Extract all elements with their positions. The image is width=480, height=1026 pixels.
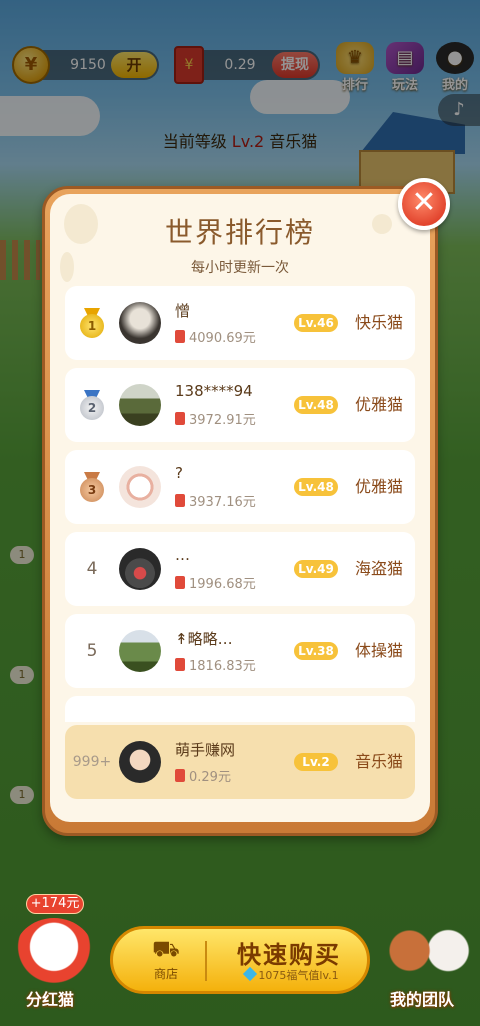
dividend-cat-icon <box>14 918 94 990</box>
dividend-cat-button[interactable]: 分红猫 <box>26 986 74 1010</box>
my-level-badge: Lv.2 <box>294 753 338 771</box>
avatar <box>119 466 161 508</box>
avatar <box>119 548 161 590</box>
bonus-bubble: +174元 <box>26 894 84 914</box>
cat-name: 海盗猫 <box>354 559 403 578</box>
player-money: 3937.16元 <box>175 491 256 510</box>
close-button[interactable]: ✕ <box>398 178 450 230</box>
gold-medal-icon: 1 <box>80 308 104 338</box>
red-envelope-icon <box>175 330 185 343</box>
avatar <box>119 302 161 344</box>
leaderboard-row[interactable]: 1 憎 4090.69元 Lv.46 快乐猫 <box>65 286 415 360</box>
leaderboard-row[interactable]: 3 ? 3937.16元 Lv.48 优雅猫 <box>65 450 415 524</box>
red-envelope-icon <box>175 658 185 671</box>
player-money: 1816.83元 <box>175 655 256 674</box>
player-money: 4090.69元 <box>175 327 256 346</box>
cat-name: 体操猫 <box>354 641 403 660</box>
leaderboard-row[interactable]: 5 ↟略略… 1816.83元 Lv.38 体操猫 <box>65 614 415 688</box>
my-avatar <box>119 741 161 783</box>
red-envelope-icon <box>175 494 185 507</box>
player-name: ? <box>175 464 183 482</box>
level-badge: Lv.49 <box>294 560 338 578</box>
player-name: … <box>175 546 190 564</box>
red-envelope-icon <box>175 769 185 782</box>
my-money: 0.29元 <box>175 766 231 785</box>
bronze-medal-icon: 3 <box>80 472 104 502</box>
my-cat-name: 音乐猫 <box>354 752 403 771</box>
quick-buy-title: 快速购买 <box>237 941 341 969</box>
team-cats-icon <box>382 920 474 988</box>
cat-name: 优雅猫 <box>354 477 403 496</box>
my-name: 萌手赚网 <box>175 741 236 759</box>
player-name: 138****94 <box>175 382 253 400</box>
leaderboard-row[interactable]: 2 138****94 3972.91元 Lv.48 优雅猫 <box>65 368 415 442</box>
leaderboard-row[interactable]: 4 … 1996.68元 Lv.49 海盗猫 <box>65 532 415 606</box>
divider <box>205 941 207 981</box>
shop-label[interactable]: 商店 <box>143 965 189 982</box>
leaderboard-title: 世界排行榜 <box>164 216 315 249</box>
player-money: 1996.68元 <box>175 573 256 592</box>
rank-number: 5 <box>86 641 98 661</box>
level-badge: Lv.46 <box>294 314 338 332</box>
level-badge: Lv.38 <box>294 642 338 660</box>
silver-medal-icon: 2 <box>80 390 104 420</box>
my-rank-number: 999+ <box>72 754 112 770</box>
cart-icon: ⛟ <box>152 937 180 962</box>
red-envelope-icon <box>175 576 185 589</box>
level-badge: Lv.48 <box>294 478 338 496</box>
player-money: 3972.91元 <box>175 409 256 428</box>
quick-buy-button[interactable]: ⛟ 商店 快速购买 1075福气值lv.1 <box>110 926 370 994</box>
avatar <box>119 630 161 672</box>
quick-buy-subtitle: 1075福气值lv.1 <box>217 966 367 983</box>
close-icon: ✕ <box>411 185 437 220</box>
level-badge: Lv.48 <box>294 396 338 414</box>
gem-icon <box>243 966 258 982</box>
cat-name: 快乐猫 <box>354 313 403 332</box>
leaderboard-subtitle: 每小时更新一次 <box>191 260 289 276</box>
my-team-button[interactable]: 我的团队 <box>390 986 454 1010</box>
leaderboard-panel: 世界排行榜 每小时更新一次 1 憎 4090.69元 Lv.46 快乐猫 2 1… <box>50 194 430 822</box>
rank-number: 4 <box>86 559 98 579</box>
red-envelope-icon <box>175 412 185 425</box>
my-rank-row: 999+ 萌手赚网 0.29元 Lv.2 音乐猫 <box>65 725 415 799</box>
player-name: ↟略略… <box>175 630 233 648</box>
player-name: 憎 <box>175 302 191 320</box>
leaderboard-list[interactable]: 1 憎 4090.69元 Lv.46 快乐猫 2 138****94 3972.… <box>65 286 415 722</box>
cat-name: 优雅猫 <box>354 395 403 414</box>
avatar <box>119 384 161 426</box>
leaderboard-row[interactable] <box>65 696 415 722</box>
